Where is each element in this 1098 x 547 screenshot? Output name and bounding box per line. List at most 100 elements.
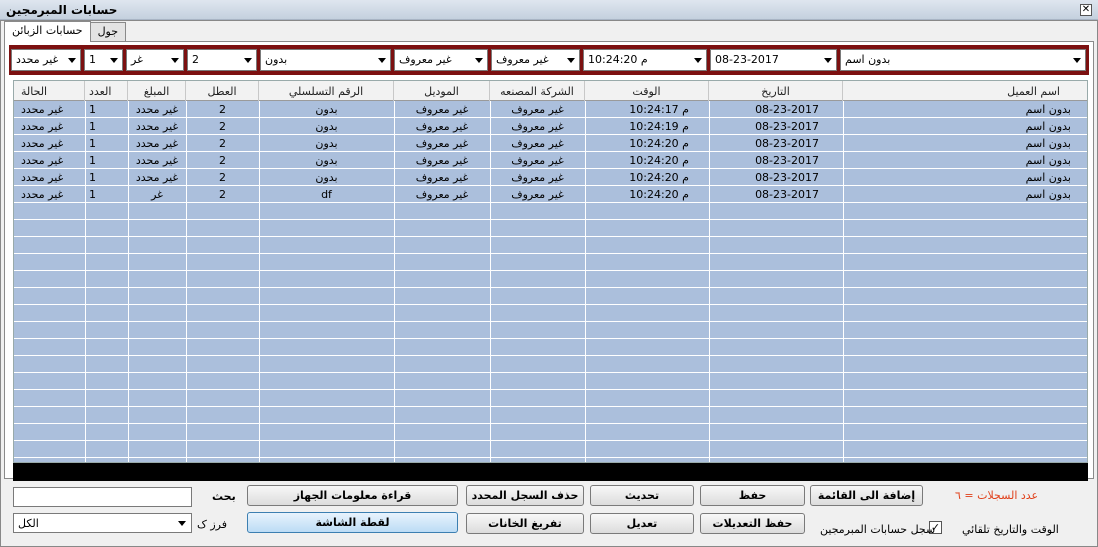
table-row[interactable] xyxy=(14,373,1087,390)
grid-divider xyxy=(490,101,491,462)
cell-customer-name: بدون اسم xyxy=(1025,103,1071,116)
tab-customer-accounts[interactable]: حسابات الزبائن xyxy=(4,21,91,42)
table-row[interactable] xyxy=(14,305,1087,322)
col-status[interactable]: الحالة xyxy=(14,81,85,101)
cell-model: غير معروف xyxy=(415,154,469,167)
cell-amount: غير محدد xyxy=(135,120,179,133)
cell-status: غير محدد xyxy=(21,171,64,184)
amount-value: غر xyxy=(131,53,143,66)
table-row[interactable] xyxy=(14,237,1087,254)
screenshot-button[interactable]: لقطة الشاشة xyxy=(247,512,458,533)
chevron-down-icon xyxy=(694,58,702,63)
sort-combo[interactable]: الكل xyxy=(13,513,192,533)
cell-fault: 2 xyxy=(219,171,226,184)
cell-company: غير معروف xyxy=(511,120,564,133)
company-value: غير معروف xyxy=(496,53,549,66)
table-row[interactable] xyxy=(14,203,1087,220)
col-count[interactable]: العدد xyxy=(85,81,128,101)
company-combo[interactable]: غير معروف xyxy=(491,49,580,71)
customer-name-combo[interactable]: بدون اسم xyxy=(840,49,1086,71)
refresh-button[interactable]: تحديث xyxy=(590,485,694,506)
date-combo[interactable]: 08-23-2017 xyxy=(710,49,837,71)
cell-serial: بدون xyxy=(315,137,338,150)
delete-selected-button[interactable]: حذف السجل المحدد xyxy=(466,485,584,506)
clear-fields-button[interactable]: تفريغ الخانات xyxy=(466,513,584,534)
table-row[interactable] xyxy=(14,322,1087,339)
add-to-list-button[interactable]: إضافة الى القائمة xyxy=(810,485,923,506)
amount-combo[interactable]: غر xyxy=(126,49,184,71)
col-amount[interactable]: المبلغ xyxy=(128,81,186,101)
grid-divider xyxy=(85,101,86,462)
cell-serial: بدون xyxy=(315,154,338,167)
chevron-down-icon xyxy=(68,58,76,63)
chevron-down-icon xyxy=(567,58,575,63)
table-row[interactable]: بدون اسم 08-23-2017 م 10:24:20 غير معروف غير… xyxy=(14,135,1087,152)
fault-value: 2 xyxy=(192,53,199,66)
edit-button[interactable]: تعديل xyxy=(590,513,694,534)
table-row[interactable] xyxy=(14,339,1087,356)
table-row[interactable] xyxy=(14,390,1087,407)
table-row[interactable] xyxy=(14,407,1087,424)
cell-customer-name: بدون اسم xyxy=(1025,171,1071,184)
table-row[interactable] xyxy=(14,424,1087,441)
fault-combo[interactable]: 2 xyxy=(187,49,257,71)
read-device-info-button[interactable]: قراءة معلومات الجهاز xyxy=(247,485,458,506)
table-header: اسم العميل التاريخ الوقت الشركة المصنعه … xyxy=(14,81,1087,101)
table-row[interactable]: بدون اسم 08-23-2017 م 10:24:17 غير معروف غير… xyxy=(14,101,1087,118)
save-button[interactable]: حفظ xyxy=(700,485,805,506)
col-fault[interactable]: العطل xyxy=(186,81,259,101)
col-model[interactable]: الموديل xyxy=(394,81,490,101)
cell-model: غير معروف xyxy=(415,171,469,184)
count-combo[interactable]: 1 xyxy=(84,49,123,71)
cell-status: غير محدد xyxy=(21,103,64,116)
chevron-down-icon xyxy=(475,58,483,63)
cell-status: غير محدد xyxy=(21,120,64,133)
table-row[interactable]: بدون اسم 08-23-2017 م 10:24:20 غير معروف غير… xyxy=(14,152,1087,169)
cell-count: 1 xyxy=(89,188,96,201)
time-combo[interactable]: م 10:24:20 xyxy=(583,49,707,71)
tab-mobile[interactable]: جول xyxy=(89,22,127,42)
table-row[interactable]: بدون اسم 08-23-2017 م 10:24:20 غير معروف غير… xyxy=(14,186,1087,203)
close-icon[interactable]: ✕ xyxy=(1080,4,1092,16)
col-serial[interactable]: الرقم التسلسلي xyxy=(259,81,394,101)
cell-serial: بدون xyxy=(315,171,338,184)
model-value: غير معروف xyxy=(399,53,452,66)
search-input[interactable] xyxy=(13,487,192,507)
cell-fault: 2 xyxy=(219,120,226,133)
col-customer-name[interactable]: اسم العميل xyxy=(843,81,1087,101)
chevron-down-icon xyxy=(824,58,832,63)
records-table[interactable]: اسم العميل التاريخ الوقت الشركة المصنعه … xyxy=(13,80,1088,463)
search-label: بحث xyxy=(212,490,236,503)
count-value: 1 xyxy=(89,53,96,66)
cell-model: غير معروف xyxy=(415,103,469,116)
cell-amount: غير محدد xyxy=(135,171,179,184)
chevron-down-icon xyxy=(171,58,179,63)
cell-fault: 2 xyxy=(219,137,226,150)
table-row[interactable] xyxy=(14,254,1087,271)
cell-company: غير معروف xyxy=(511,188,564,201)
save-edits-button[interactable]: حفظ التعديلات xyxy=(700,513,805,534)
col-date[interactable]: التاريخ xyxy=(709,81,843,101)
table-row[interactable]: بدون اسم 08-23-2017 م 10:24:20 غير معروف غير… xyxy=(14,169,1087,186)
cell-count: 1 xyxy=(89,120,96,133)
cell-amount: غير محدد xyxy=(135,137,179,150)
cell-time: م 10:24:20 xyxy=(629,154,689,167)
status-combo[interactable]: غير محدد xyxy=(11,49,81,71)
cell-model: غير معروف xyxy=(415,137,469,150)
grid-divider xyxy=(585,101,586,462)
model-combo[interactable]: غير معروف xyxy=(394,49,488,71)
table-row[interactable]: بدون اسم 08-23-2017 م 10:24:19 غير معروف غير… xyxy=(14,118,1087,135)
table-row[interactable] xyxy=(14,220,1087,237)
chevron-down-icon xyxy=(244,58,252,63)
cell-amount: غير محدد xyxy=(135,103,179,116)
table-row[interactable] xyxy=(14,441,1087,458)
table-row[interactable] xyxy=(14,271,1087,288)
col-time[interactable]: الوقت xyxy=(585,81,709,101)
cell-model: غير معروف xyxy=(415,120,469,133)
table-row[interactable] xyxy=(14,288,1087,305)
grid-divider xyxy=(709,101,710,462)
table-row[interactable] xyxy=(14,356,1087,373)
cell-model: غير معروف xyxy=(415,188,469,201)
col-company[interactable]: الشركة المصنعه xyxy=(490,81,585,101)
serial-combo[interactable]: بدون xyxy=(260,49,391,71)
